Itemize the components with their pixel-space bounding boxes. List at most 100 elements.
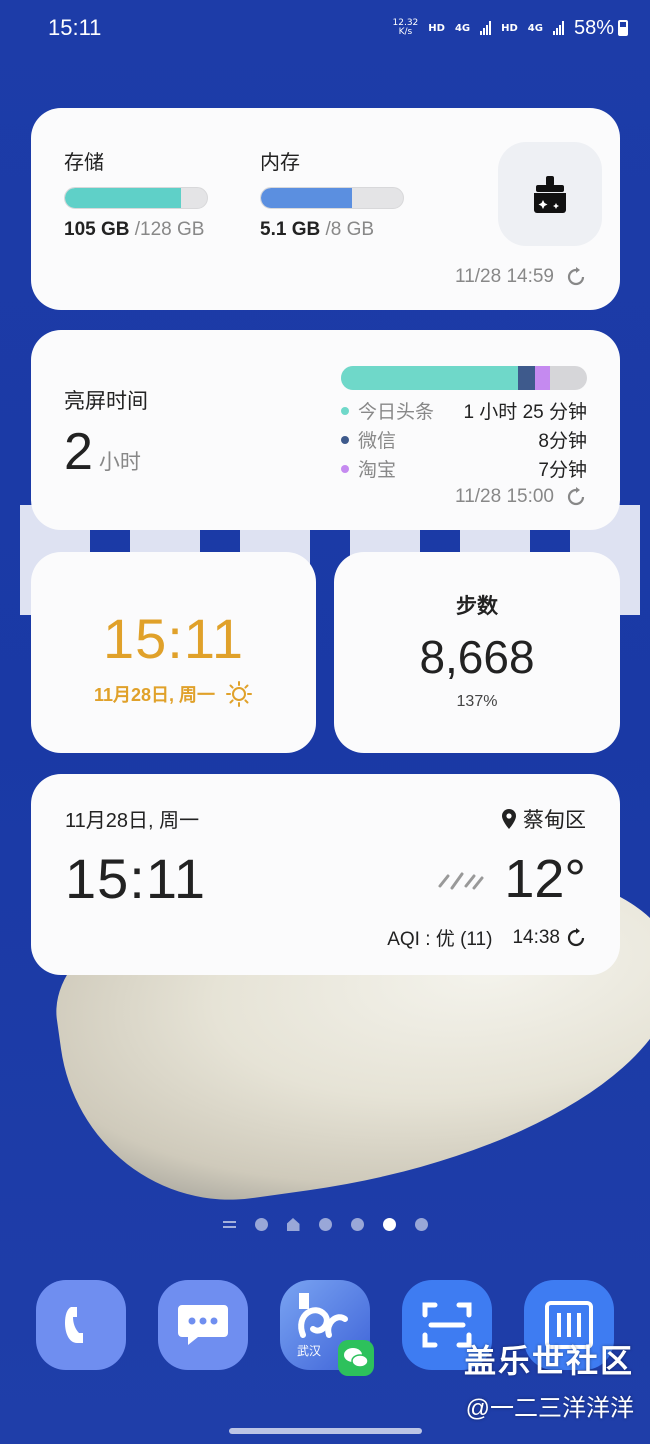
hd-badge-2: HD	[501, 22, 518, 34]
page-dot[interactable]	[350, 1218, 364, 1231]
screen-time-number: 2	[64, 423, 93, 481]
memory-total: /8 GB	[325, 219, 375, 240]
weather-aqi-row: AQI : 优 (11) 14:38	[387, 924, 586, 951]
message-icon	[178, 1305, 228, 1345]
steps-title: 步数	[456, 595, 498, 618]
storage-label: 存储	[64, 152, 104, 174]
battery: 58%	[574, 17, 628, 40]
network-type-2: 4G	[527, 22, 543, 34]
home-page-icon[interactable]	[286, 1218, 300, 1231]
storage-widget[interactable]: 存储 105 GB /128 GB 内存 5.1 GB /8 GB 11/28 …	[31, 108, 620, 310]
page-list-icon[interactable]	[222, 1218, 236, 1231]
location-name: 蔡甸区	[523, 809, 586, 832]
watermark: 盖乐世社区 @一二三洋洋洋	[464, 1336, 634, 1423]
messages-app[interactable]	[158, 1280, 248, 1370]
signal-icon-1	[480, 21, 492, 35]
status-right: 12.32 K/s HD 4G HD 4G 58%	[393, 17, 628, 40]
home-gesture-bar[interactable]	[229, 1428, 422, 1434]
app-name: 淘宝	[358, 460, 397, 481]
app-duration: 8分钟	[538, 431, 587, 452]
screen-time-segment	[341, 366, 519, 390]
broom-icon	[534, 176, 566, 213]
phone-icon	[65, 1307, 83, 1343]
storage-block: 存储 105 GB /128 GB	[64, 146, 208, 241]
clock-time: 15:11	[103, 607, 244, 670]
sun-icon	[226, 681, 253, 707]
storage-updated: 11/28 14:59	[455, 266, 586, 288]
screen-time-segment	[535, 366, 551, 390]
hd-badge-1: HD	[428, 22, 445, 34]
memory-bar	[260, 187, 404, 209]
net-speed-unit: K/s	[398, 27, 413, 37]
steps-percent: 137%	[456, 693, 498, 710]
clock-date-row: 11月28日, 周一	[31, 680, 316, 708]
app-color-dot	[341, 464, 349, 473]
steps-widget[interactable]: 步数 8,668 137%	[334, 552, 620, 753]
refresh-icon[interactable]	[566, 487, 586, 507]
screen-time-bar	[341, 366, 587, 390]
temperature: 12°	[504, 849, 586, 909]
storage-total: /128 GB	[134, 219, 205, 240]
weather-date: 11月28日, 周一	[65, 810, 200, 832]
signal-icon-2	[552, 21, 564, 35]
battery-percent: 58%	[573, 16, 614, 39]
memory-block: 内存 5.1 GB /8 GB	[260, 146, 404, 241]
weather-temp-row: 12°	[436, 848, 586, 910]
storage-value: 105 GB /128 GB	[64, 219, 208, 241]
app-name: 微信	[358, 431, 397, 452]
status-bar: 15:11 12.32 K/s HD 4G HD 4G 58%	[0, 0, 650, 56]
weather-updated: 14:38	[512, 927, 586, 949]
location-pin-icon	[502, 809, 516, 829]
storage-bar-fill	[65, 188, 182, 208]
weather-time: 15:11	[65, 847, 206, 910]
storage-bar	[64, 187, 208, 209]
clock-date: 11月28日, 周一	[93, 685, 216, 705]
memory-bar-fill	[261, 188, 352, 208]
net-speed: 12.32 K/s	[393, 19, 419, 37]
screen-time-app-row: 今日头条 1 小时 25 分钟	[341, 396, 587, 425]
screen-time-app-row: 微信 8分钟	[341, 425, 587, 454]
screen-time-widget[interactable]: 亮屏时间 2 小时 今日头条 1 小时 25 分钟微信 8分钟淘宝 7分钟 11/28 …	[31, 330, 620, 530]
steps-value: 8,668	[419, 631, 535, 683]
screen-time-app-list: 今日头条 1 小时 25 分钟微信 8分钟淘宝 7分钟	[341, 396, 587, 483]
screen-time-app-row: 淘宝 7分钟	[341, 454, 587, 483]
screen-time-segment	[518, 366, 536, 390]
storage-used: 105 GB	[64, 219, 130, 240]
clock-widget[interactable]: 15:11 11月28日, 周一	[31, 552, 316, 753]
app-name: 今日头条	[358, 402, 435, 423]
memory-label: 内存	[260, 152, 300, 174]
memory-used: 5.1 GB	[260, 219, 321, 240]
page-dot[interactable]	[254, 1218, 268, 1231]
page-indicator[interactable]	[0, 1218, 650, 1231]
page-dot[interactable]	[318, 1218, 332, 1231]
network-type-1: 4G	[454, 22, 471, 34]
clean-button[interactable]	[498, 142, 602, 246]
weather-updated-time: 14:38	[512, 926, 560, 948]
wuhan-app-label: 武汉	[297, 1344, 321, 1358]
screen-time-updated: 11/28 15:00	[455, 486, 586, 508]
weather-widget[interactable]: 11月28日, 周一 15:11 蔡甸区 12° AQI : 优 (11) 14…	[31, 774, 620, 975]
refresh-icon[interactable]	[566, 927, 586, 948]
status-time: 15:11	[48, 15, 102, 40]
app-duration: 1 小时 25 分钟	[463, 402, 587, 423]
refresh-icon[interactable]	[566, 267, 586, 287]
screen-time-title: 亮屏时间	[64, 390, 148, 413]
screen-time-updated-time: 11/28 15:00	[455, 486, 554, 507]
app-duration: 7分钟	[538, 460, 587, 481]
screen-time-unit: 小时	[98, 451, 141, 474]
drizzle-icon	[438, 872, 484, 890]
wuhan-app[interactable]: 武汉	[280, 1280, 374, 1376]
wechat-badge-icon	[338, 1340, 374, 1376]
page-dot-active[interactable]	[382, 1218, 396, 1231]
memory-value: 5.1 GB /8 GB	[260, 219, 404, 241]
battery-icon	[618, 20, 628, 36]
storage-updated-time: 11/28 14:59	[455, 266, 554, 287]
app-color-dot	[341, 406, 349, 415]
aqi-value: AQI : 优 (11)	[387, 929, 493, 950]
page-dot[interactable]	[414, 1218, 428, 1231]
screen-time-value: 2 小时	[64, 422, 141, 482]
watermark-author: @一二三洋洋洋	[465, 1395, 634, 1422]
watermark-title: 盖乐世社区	[463, 1343, 634, 1379]
weather-location[interactable]: 蔡甸区	[501, 804, 586, 834]
phone-app[interactable]	[36, 1280, 126, 1370]
